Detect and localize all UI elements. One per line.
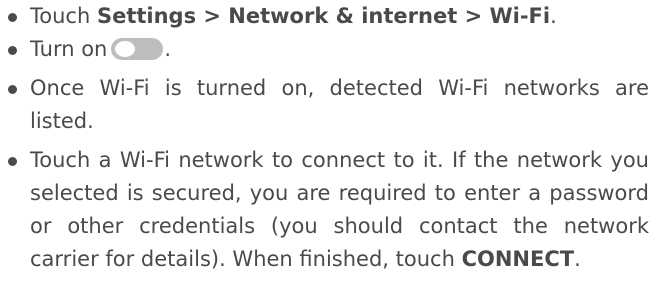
step-2-suffix: . xyxy=(164,37,172,61)
step-1-prefix: Touch xyxy=(30,4,97,28)
bullet-icon xyxy=(8,46,17,55)
bullet-icon xyxy=(8,85,17,94)
list-item-step-3: Once Wi-Fi is turned on, detected Wi-Fi … xyxy=(0,72,655,138)
list-item-step-1: Touch Settings > Network & internet > Wi… xyxy=(0,0,655,33)
connect-label: CONNECT xyxy=(461,247,575,271)
toggle-switch-off-icon xyxy=(111,38,164,60)
list-item-step-2: Turn on. xyxy=(0,33,655,66)
toggle-knob xyxy=(115,41,136,57)
instruction-list: Touch Settings > Network & internet > Wi… xyxy=(0,0,655,276)
bullet-icon xyxy=(8,13,17,22)
list-item-step-4: Touch a Wi-Fi network to connect to it. … xyxy=(0,144,655,276)
step-3-text: Once Wi-Fi is turned on, detected Wi-Fi … xyxy=(30,76,649,133)
bullet-icon xyxy=(8,157,17,166)
step-4-suffix: . xyxy=(574,247,581,271)
settings-path: Settings > Network & internet > Wi-Fi xyxy=(96,4,551,28)
step-2-prefix: Turn on xyxy=(30,37,108,61)
step-1-suffix: . xyxy=(550,4,557,28)
